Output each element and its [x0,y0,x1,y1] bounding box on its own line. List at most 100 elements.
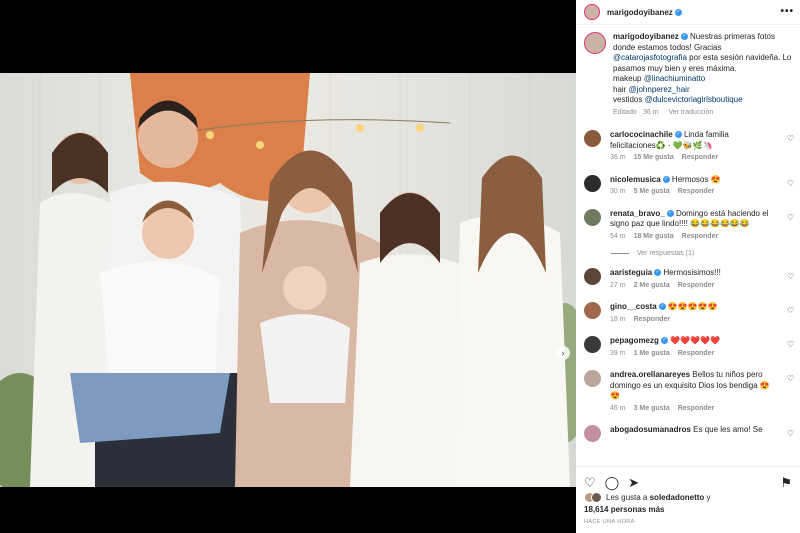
comment-item: andrea.orellanareyes Bellos tu niños per… [576,370,800,414]
commenter-username[interactable]: carlococinachile [610,130,673,139]
comment-item: pepagomezg ✓ ❤️❤️❤️❤️❤️ 39 m 1 Me gusta Resp… [576,336,800,359]
comment-likes[interactable]: 5 Me gusta [634,188,670,195]
verified-badge-icon: ✓ [654,269,662,277]
comment-item: carlococinachile ✓ Linda familia felicita… [576,130,800,164]
caption-mention[interactable]: @catarojasfotografia [613,53,687,62]
commenter-avatar[interactable] [584,174,601,192]
comment-time: 27 m [610,281,626,289]
caption-text: hair [613,84,627,94]
see-translation-link[interactable]: Ver traducción [668,109,713,116]
comment-likes[interactable]: 2 Me gusta [634,282,670,289]
comment-like-heart-icon[interactable]: ♡ [787,179,794,188]
comment-meta: 30 m 5 Me gusta Responder [610,187,775,198]
commenter-avatar[interactable] [584,370,601,387]
post-media: › [0,0,576,533]
replies-line [611,253,629,254]
comment-body: gino__costa ✓ 😍😍😍😍😍 18 m Responder [610,302,775,325]
caption-text: makeup [613,74,642,83]
comment-time: 39 m [610,349,626,357]
post-photo[interactable]: › [0,73,576,487]
caption: marigodoyibanez ✓ Nuestras primeras fotos… [576,26,800,118]
comment-like-heart-icon[interactable]: ♡ [787,374,794,383]
view-replies-button[interactable]: Ver respuestas (1) [576,250,800,257]
commenter-username[interactable]: abogadosumanadros [610,425,691,434]
caption-mention[interactable]: @linachiuminatto [644,74,705,83]
comment-time: 46 m [610,404,626,412]
commenter-avatar[interactable] [584,268,601,285]
likes-suffix: y [706,493,711,502]
author-username[interactable]: marigodoyibanez [607,8,673,17]
caption-author-username[interactable]: marigodoyibanez [613,32,679,41]
commenter-avatar[interactable] [584,336,601,353]
commenter-avatar[interactable] [584,208,601,226]
more-options-icon[interactable]: ••• [780,6,794,17]
liker-avatar[interactable] [591,492,602,503]
commenter-username[interactable]: aaristeguia [610,268,652,277]
verified-badge-icon: ✓ [660,337,668,345]
commenter-username[interactable]: pepagomezg [610,336,659,345]
comment-icon[interactable]: ◯ [605,476,620,489]
comment-item: renata_bravo_ ✓ Domingo está haciendo el … [576,208,800,243]
comment-likes[interactable]: 3 Me gusta [634,405,670,412]
likes-count[interactable]: 18,614 personas más [576,503,800,514]
caption-mention[interactable]: @johnperez_hair [629,85,690,94]
comment-meta: 18 m Responder [610,315,775,326]
commenter-avatar[interactable] [584,130,601,147]
comment-like-heart-icon[interactable]: ♡ [787,134,794,143]
author-avatar[interactable] [584,4,600,20]
comment-item: nicolemusica ✓ Hermosos 😍 30 m 5 Me gusta Re… [576,174,800,198]
likes-summary: Les gusta a soledadonetto y [576,489,800,503]
reply-button[interactable]: Responder [682,233,719,240]
commenter-avatar[interactable] [584,302,601,319]
comment-list: carlococinachile ✓ Linda familia felicita… [576,130,800,442]
caption-body: marigodoyibanez ✓ Nuestras primeras fotos… [613,32,792,118]
commenter-avatar[interactable] [584,425,601,442]
comments-scroll[interactable]: marigodoyibanez ✓ Nuestras primeras fotos… [576,26,800,464]
caption-edited: Editado · 36 m [613,108,659,116]
comment-like-heart-icon[interactable]: ♡ [787,272,794,281]
post-actions: ♡ ◯ ➤ ⚑ Les gusta a soledadonetto y 18,6… [576,466,800,533]
comment-text: 😍😍😍😍😍 [667,302,718,311]
caption-author-avatar[interactable] [584,32,606,54]
verified-badge-icon: ✓ [662,175,670,183]
comment-like-heart-icon[interactable]: ♡ [787,429,794,438]
verified-badge-icon: ✓ [658,303,666,311]
comment-like-heart-icon[interactable]: ♡ [787,306,794,315]
comment-text: Es que les amo! Se [693,425,763,434]
commenter-username[interactable]: gino__costa [610,302,657,311]
reply-button[interactable]: Responder [678,282,715,289]
comment-likes[interactable]: 1 Me gusta [634,350,670,357]
reply-button[interactable]: Responder [678,350,715,357]
post-timestamp[interactable]: HACE UNA HORA [576,514,800,525]
comment-like-heart-icon[interactable]: ♡ [787,213,794,222]
reply-button[interactable]: Responder [682,154,719,161]
heart-icon[interactable]: ♡ [584,476,596,489]
post-side-panel: marigodoyibanez ✓ ••• marigodoyibanez ✓ N… [576,0,800,533]
bookmark-icon[interactable]: ⚑ [780,476,792,489]
caption-mention[interactable]: @dulcevictoriagirlsboutique [645,95,743,104]
caption-meta: Editado · 36 m Ver traducción [613,108,792,119]
commenter-username[interactable]: andrea.orellanareyes [610,370,690,379]
comment-body: aaristeguia ✓ Hermosisimos!!! 27 m 2 Me gus… [610,268,775,291]
reply-button[interactable]: Responder [634,316,671,323]
comment-likes[interactable]: 15 Me gusta [634,154,674,161]
comment-body: andrea.orellanareyes Bellos tu niños per… [610,370,775,414]
liker-username[interactable]: soledadonetto [650,493,705,502]
comment-text: Hermosisimos!!! [663,268,721,277]
comment-meta: 54 m 18 Me gusta Responder [610,232,775,243]
reply-button[interactable]: Responder [678,188,715,195]
share-icon[interactable]: ➤ [628,476,639,489]
comment-text: ❤️❤️❤️❤️❤️ [670,336,720,345]
comment-likes[interactable]: 18 Me gusta [634,233,674,240]
comment-item: gino__costa ✓ 😍😍😍😍😍 18 m Responder ♡ [576,302,800,325]
comment-text: Hermosos 😍 [671,174,721,184]
carousel-next-button[interactable]: › [556,346,570,360]
comment-like-heart-icon[interactable]: ♡ [787,340,794,349]
commenter-username[interactable]: renata_bravo_ [610,209,665,218]
commenter-username[interactable]: nicolemusica [610,175,661,184]
reply-button[interactable]: Responder [678,405,715,412]
comment-meta: 36 m 15 Me gusta Responder [610,153,775,164]
verified-badge-icon: ✓ [666,209,674,217]
verified-badge-icon: ✓ [674,131,682,139]
comment-time: 18 m [610,315,626,323]
